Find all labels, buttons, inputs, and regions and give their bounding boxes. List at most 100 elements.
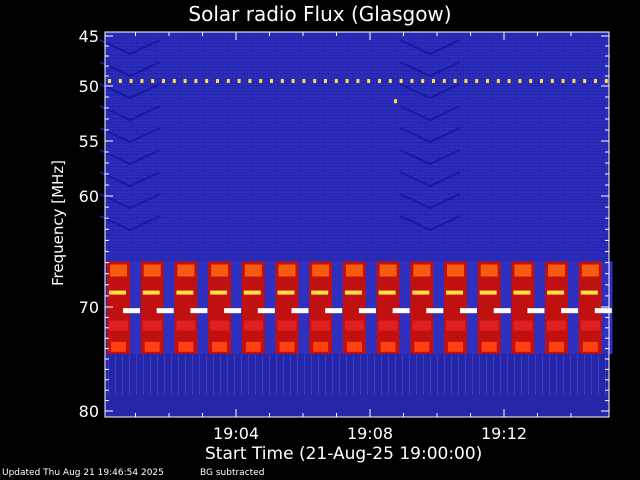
spectrum-striation	[105, 96, 609, 97]
spectrum-striation	[105, 196, 609, 197]
vertical-streak	[430, 354, 431, 395]
dash-70-4mhz	[257, 308, 275, 314]
dash-49-5mhz	[216, 79, 219, 83]
dash-68-7mhz	[344, 290, 362, 295]
spectrum-striation	[105, 112, 609, 113]
dash-70-4mhz	[426, 308, 444, 314]
dash-68-7mhz	[311, 290, 329, 295]
spectrum-striation	[105, 220, 609, 221]
dash-68-7mhz	[547, 290, 565, 295]
vertical-streak	[332, 354, 333, 395]
dash-70-4mhz	[392, 308, 410, 314]
burst-edge	[515, 341, 531, 352]
vertical-streak	[577, 354, 578, 395]
burst-core	[412, 320, 432, 331]
vertical-streak	[276, 354, 277, 395]
dash-70-4mhz	[224, 308, 242, 314]
vertical-streak	[514, 354, 515, 395]
vertical-streak	[584, 354, 585, 395]
y-axis-label: Frequency [MHz]	[49, 159, 67, 287]
dash-49-5mhz	[302, 79, 306, 83]
dash-49-5mhz	[162, 79, 165, 83]
burst-edge	[448, 341, 463, 352]
burst-gap	[197, 261, 209, 354]
dash-49-5mhz	[442, 79, 446, 83]
dash-68-7mhz	[109, 290, 126, 295]
burst-gap	[467, 261, 478, 354]
dash-49-5mhz	[421, 79, 425, 83]
dash-68-7mhz	[277, 290, 295, 295]
burst-highlight	[110, 264, 127, 277]
vertical-streak	[549, 354, 550, 395]
dash-70-4mhz	[493, 308, 511, 314]
spectrum-striation	[105, 200, 609, 201]
burst-core	[277, 320, 297, 331]
burst-core	[243, 320, 263, 331]
burst-highlight	[548, 264, 566, 277]
vertical-streak	[402, 354, 403, 395]
vertical-streak	[241, 354, 242, 395]
dash-49-5mhz	[529, 79, 533, 83]
burst-edge	[144, 341, 160, 352]
dash-49-5mhz	[475, 79, 479, 83]
vertical-streak	[213, 354, 214, 395]
vertical-streak	[164, 354, 165, 395]
dash-68-7mhz	[176, 290, 194, 295]
vertical-streak	[395, 354, 396, 395]
spectrum-striation	[105, 124, 609, 125]
burst-edge	[414, 341, 430, 352]
spectrum-striation	[105, 208, 609, 209]
spectrum-striation	[105, 100, 609, 101]
burst-gap	[264, 261, 276, 354]
vertical-streak	[150, 354, 151, 395]
dash-49-5mhz	[183, 79, 187, 83]
burst-core	[311, 320, 331, 331]
burst-highlight	[581, 264, 599, 277]
dash-49-5mhz	[432, 79, 435, 83]
burst-gap	[433, 261, 444, 354]
spectrum-striation	[105, 176, 609, 177]
burst-edge	[582, 341, 598, 352]
dash-49-5mhz	[151, 79, 155, 83]
spectrum-striation	[105, 236, 609, 237]
burst-edge	[279, 341, 295, 352]
dash-68-7mhz	[142, 290, 160, 295]
vertical-streak	[486, 354, 487, 395]
burst-core	[378, 320, 398, 331]
vertical-streak	[248, 354, 249, 395]
dash-68-7mhz	[210, 290, 228, 295]
spectrum-striation	[105, 228, 609, 229]
burst-core	[109, 320, 128, 331]
dash-49-5mhz	[205, 79, 209, 83]
dash-49-5mhz	[486, 79, 489, 83]
spectrum-striation	[105, 64, 609, 65]
dash-68-7mhz	[580, 290, 598, 295]
spectrum-striation	[105, 104, 609, 105]
vertical-streak	[304, 354, 305, 395]
spectrum-striation	[105, 140, 609, 141]
burst-highlight	[312, 264, 330, 277]
vertical-streak	[311, 354, 312, 395]
vertical-streak	[465, 354, 466, 395]
dash-70-4mhz	[358, 308, 376, 314]
dash-49-5mhz	[604, 79, 608, 83]
dash-49-5mhz	[572, 79, 576, 83]
dash-49-5mhz	[108, 79, 111, 83]
spectrum-striation	[105, 76, 609, 77]
vertical-streak	[234, 354, 235, 395]
spectrum-striation	[105, 216, 609, 217]
dash-68-7mhz	[378, 290, 396, 295]
spectrum-striation	[105, 108, 609, 109]
burst-highlight	[244, 264, 262, 277]
dash-70-4mhz	[291, 308, 309, 314]
burst-gap	[500, 261, 512, 354]
burst-edge	[212, 341, 228, 352]
updated-timestamp: Updated Thu Aug 21 19:46:54 2025	[2, 468, 164, 478]
dash-49-5mhz	[194, 79, 198, 83]
dash-49-5mhz	[367, 79, 371, 83]
dash-70-4mhz	[527, 308, 545, 314]
dash-49-5mhz	[464, 79, 468, 83]
spectrum-striation	[105, 252, 609, 253]
vertical-streak	[122, 354, 123, 395]
vertical-streak	[220, 354, 221, 395]
